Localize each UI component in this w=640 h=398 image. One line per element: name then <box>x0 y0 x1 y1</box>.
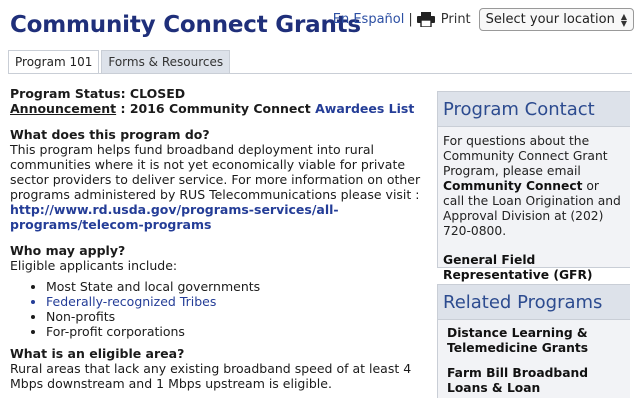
list-item: Non-profits <box>46 309 430 324</box>
location-select-value: Select your location <box>485 12 615 27</box>
question-program: What does this program do? <box>10 127 210 142</box>
answer-eligible-area: Rural areas that lack any existing broad… <box>10 361 412 391</box>
tab-forms-resources[interactable]: Forms & Resources <box>101 50 231 74</box>
answer-program: This program helps fund broadband deploy… <box>10 142 421 202</box>
page-title: Community Connect Grants <box>10 12 361 38</box>
tab-divider <box>8 73 632 74</box>
contact-text-before: For questions about the Community Connec… <box>443 134 608 178</box>
program-status: Program Status: CLOSED <box>10 86 430 101</box>
tab-bar: Program 101 Forms & Resources <box>8 50 231 74</box>
program-contact-heading: Program Contact <box>438 92 630 127</box>
status-label: Program Status <box>10 86 121 101</box>
related-programs-heading: Related Programs <box>438 285 630 320</box>
list-item: For-profit corporations <box>46 324 430 339</box>
community-connect-email-link[interactable]: Community Connect <box>443 179 583 193</box>
program-contact-body: For questions about the Community Connec… <box>438 127 630 304</box>
program-content: Program Status: CLOSED Announcement : 20… <box>10 86 430 391</box>
tribes-link[interactable]: Federally-recognized Tribes <box>46 294 430 309</box>
separator: | <box>408 12 413 27</box>
program-contact-panel: Program Contact For questions about the … <box>437 91 630 297</box>
announcement: Announcement : 2016 Community Connect Aw… <box>10 101 430 116</box>
question-eligible-area: What is an eligible area? <box>10 346 185 361</box>
answer-eligible-intro: Eligible applicants include: <box>10 258 178 273</box>
select-arrows-icon: ▲ ▼ <box>620 11 627 28</box>
announcement-text: : 2016 Community Connect <box>116 101 316 116</box>
location-select[interactable]: Select your location ▲ ▼ <box>478 8 634 31</box>
announcement-label: Announcement <box>10 101 117 116</box>
related-program-farm-bill[interactable]: Farm Bill Broadband Loans & Loan Guarant… <box>438 360 630 398</box>
print-label: Print <box>440 12 471 27</box>
applicant-list: Most State and local governments Federal… <box>46 279 430 339</box>
related-programs-panel: Related Programs Distance Learning & Tel… <box>437 284 630 398</box>
awardees-list-link[interactable]: Awardees List <box>315 101 414 116</box>
related-program-distance-learning[interactable]: Distance Learning & Telemedicine Grants <box>438 320 630 360</box>
tab-program-101[interactable]: Program 101 <box>8 50 100 74</box>
utility-bar: En Español | Print Select your location … <box>333 8 634 31</box>
language-link[interactable]: En Español <box>333 12 405 27</box>
question-who-may-apply: Who may apply? <box>10 243 126 258</box>
telecom-programs-link[interactable]: http://www.rd.usda.gov/programs-services… <box>10 202 339 232</box>
status-value: : CLOSED <box>120 86 186 101</box>
printer-icon <box>416 12 435 27</box>
list-item: Most State and local governments <box>46 279 430 294</box>
print-button[interactable]: Print <box>416 12 471 27</box>
